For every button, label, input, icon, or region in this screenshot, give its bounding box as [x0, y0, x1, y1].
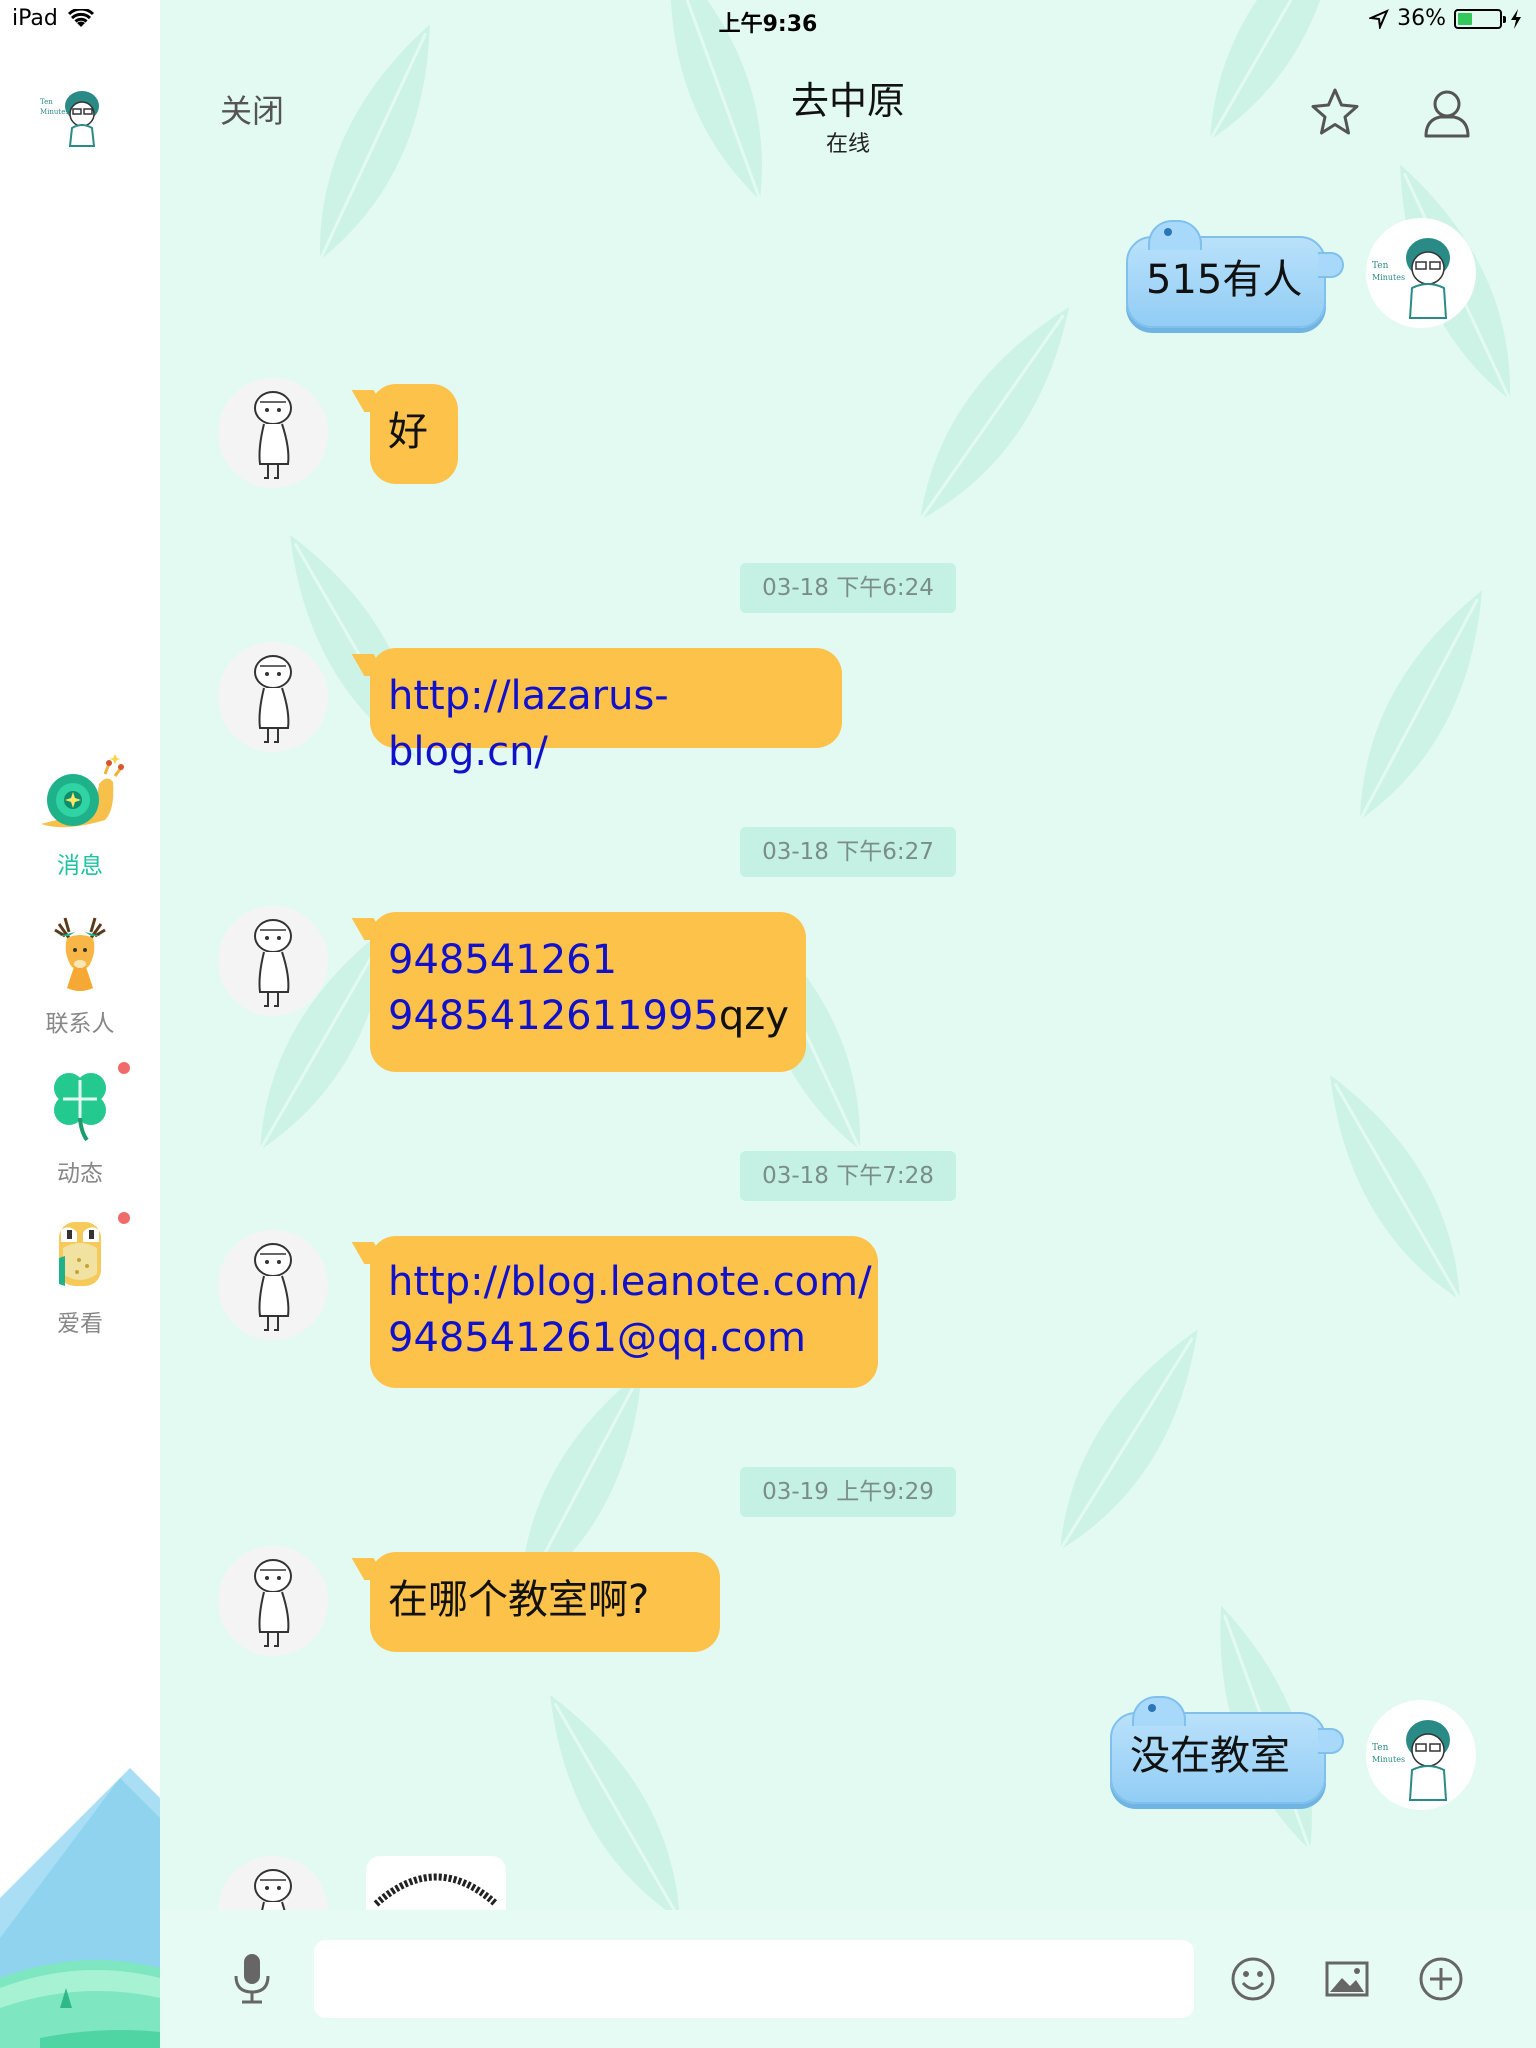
- battery-icon: [1454, 8, 1506, 29]
- contact-avatar[interactable]: [218, 378, 328, 488]
- message-link[interactable]: http://blog.leanote.com/: [388, 1259, 872, 1305]
- owl-icon: [59, 1222, 101, 1286]
- clover-icon: [54, 1073, 106, 1142]
- timestamp: 03-18 下午7:28: [740, 1151, 956, 1201]
- deer-icon: [54, 917, 106, 991]
- my-avatar[interactable]: Ten Minutes: [38, 78, 118, 148]
- star-icon[interactable]: [1306, 84, 1364, 142]
- emoji-icon[interactable]: [1230, 1956, 1276, 2002]
- stick-figure-icon: [254, 1243, 292, 1331]
- svg-text:Ten: Ten: [1372, 261, 1389, 271]
- message-bubble-received[interactable]: 好: [370, 384, 458, 484]
- notification-badge: [118, 1062, 130, 1074]
- sidebar-item-label: 动态: [57, 1161, 103, 1187]
- location-arrow-icon: [1369, 8, 1390, 29]
- charging-bolt-icon: [1511, 8, 1521, 29]
- status-bar: iPad 上午9:36 36%: [0, 0, 1536, 40]
- message-phone[interactable]: 9485412611995: [388, 993, 719, 1039]
- user-icon[interactable]: [1418, 84, 1476, 142]
- microphone-icon[interactable]: [230, 1952, 274, 2006]
- stick-figure-icon: [254, 391, 292, 479]
- svg-text:Minutes: Minutes: [1372, 1755, 1405, 1764]
- my-avatar[interactable]: Ten Minutes: [1366, 1700, 1476, 1810]
- contact-avatar[interactable]: [218, 1546, 328, 1656]
- sidebar-item-watch[interactable]: 爱看: [0, 1208, 160, 1338]
- boy-with-glasses-icon: Ten Minutes: [1372, 1720, 1450, 1801]
- sidebar-item-messages[interactable]: 消息: [0, 750, 160, 880]
- svg-text:Ten: Ten: [40, 98, 53, 106]
- snail-icon: [41, 754, 124, 828]
- message-text: 在哪个教室啊?: [388, 1577, 650, 1623]
- message-text: 9485412611995qzy: [388, 988, 789, 1044]
- sidebar-item-label: 联系人: [45, 1011, 115, 1037]
- message-input[interactable]: [314, 1940, 1194, 2018]
- message-phone[interactable]: 948541261: [388, 937, 617, 983]
- svg-text:Ten: Ten: [1372, 1743, 1389, 1753]
- input-bar: [160, 1910, 1536, 2048]
- sidebar: Ten Minutes 消息 联系人 动态 爱看: [0, 0, 160, 2048]
- stick-figure-icon: [254, 1559, 292, 1647]
- sidebar-item-moments[interactable]: 动态: [0, 1058, 160, 1188]
- message-bubble-received[interactable]: http://blog.leanote.com/ 948541261@qq.co…: [370, 1236, 878, 1388]
- message-email[interactable]: 948541261@qq.com: [388, 1315, 806, 1361]
- message-bubble-received[interactable]: 948541261 9485412611995qzy: [370, 912, 806, 1072]
- timestamp: 03-19 上午9:29: [740, 1467, 956, 1517]
- timestamp: 03-18 下午6:27: [740, 827, 956, 877]
- landscape-illustration: [0, 1768, 160, 2048]
- message-text: 515有人: [1146, 257, 1303, 303]
- image-icon[interactable]: [1324, 1956, 1370, 2002]
- sidebar-item-contacts[interactable]: 联系人: [0, 908, 160, 1038]
- plus-icon[interactable]: [1418, 1956, 1464, 2002]
- battery-percent: 36%: [1397, 6, 1446, 31]
- message-text: 好: [388, 409, 428, 455]
- status-time: 上午9:36: [718, 12, 818, 37]
- message-list: 515有人 Ten Minutes 好 03-18 下午6:24 http://…: [160, 0, 1536, 1976]
- svg-text:Minutes: Minutes: [1372, 273, 1405, 282]
- my-avatar[interactable]: Ten Minutes: [1366, 218, 1476, 328]
- contact-avatar[interactable]: [218, 1230, 328, 1340]
- boy-with-glasses-icon: Ten Minutes: [1372, 238, 1450, 319]
- message-bubble-received[interactable]: http://lazarus-blog.cn/: [370, 648, 842, 775]
- stick-figure-icon: [254, 919, 292, 1007]
- message-text: 没在教室: [1130, 1733, 1290, 1779]
- sidebar-item-label: 消息: [57, 853, 103, 879]
- message-text: qzy: [718, 993, 789, 1039]
- svg-text:Minutes: Minutes: [40, 108, 69, 116]
- message-bubble-received[interactable]: 在哪个教室啊?: [370, 1552, 720, 1652]
- sidebar-item-label: 爱看: [57, 1311, 103, 1337]
- notification-badge: [118, 1212, 130, 1224]
- timestamp: 03-18 下午6:24: [740, 563, 956, 613]
- message-bubble-sent[interactable]: 515有人: [1126, 220, 1344, 328]
- stick-figure-icon: [254, 655, 292, 743]
- chat-panel: 关闭 去中原 在线 515有人 Ten Minutes 好 03-18 下午6:…: [160, 0, 1536, 2048]
- contact-avatar[interactable]: [218, 906, 328, 1016]
- message-bubble-sent[interactable]: 没在教室: [1110, 1696, 1344, 1804]
- contact-avatar[interactable]: [218, 642, 328, 752]
- message-link[interactable]: http://lazarus-blog.cn/: [388, 673, 669, 775]
